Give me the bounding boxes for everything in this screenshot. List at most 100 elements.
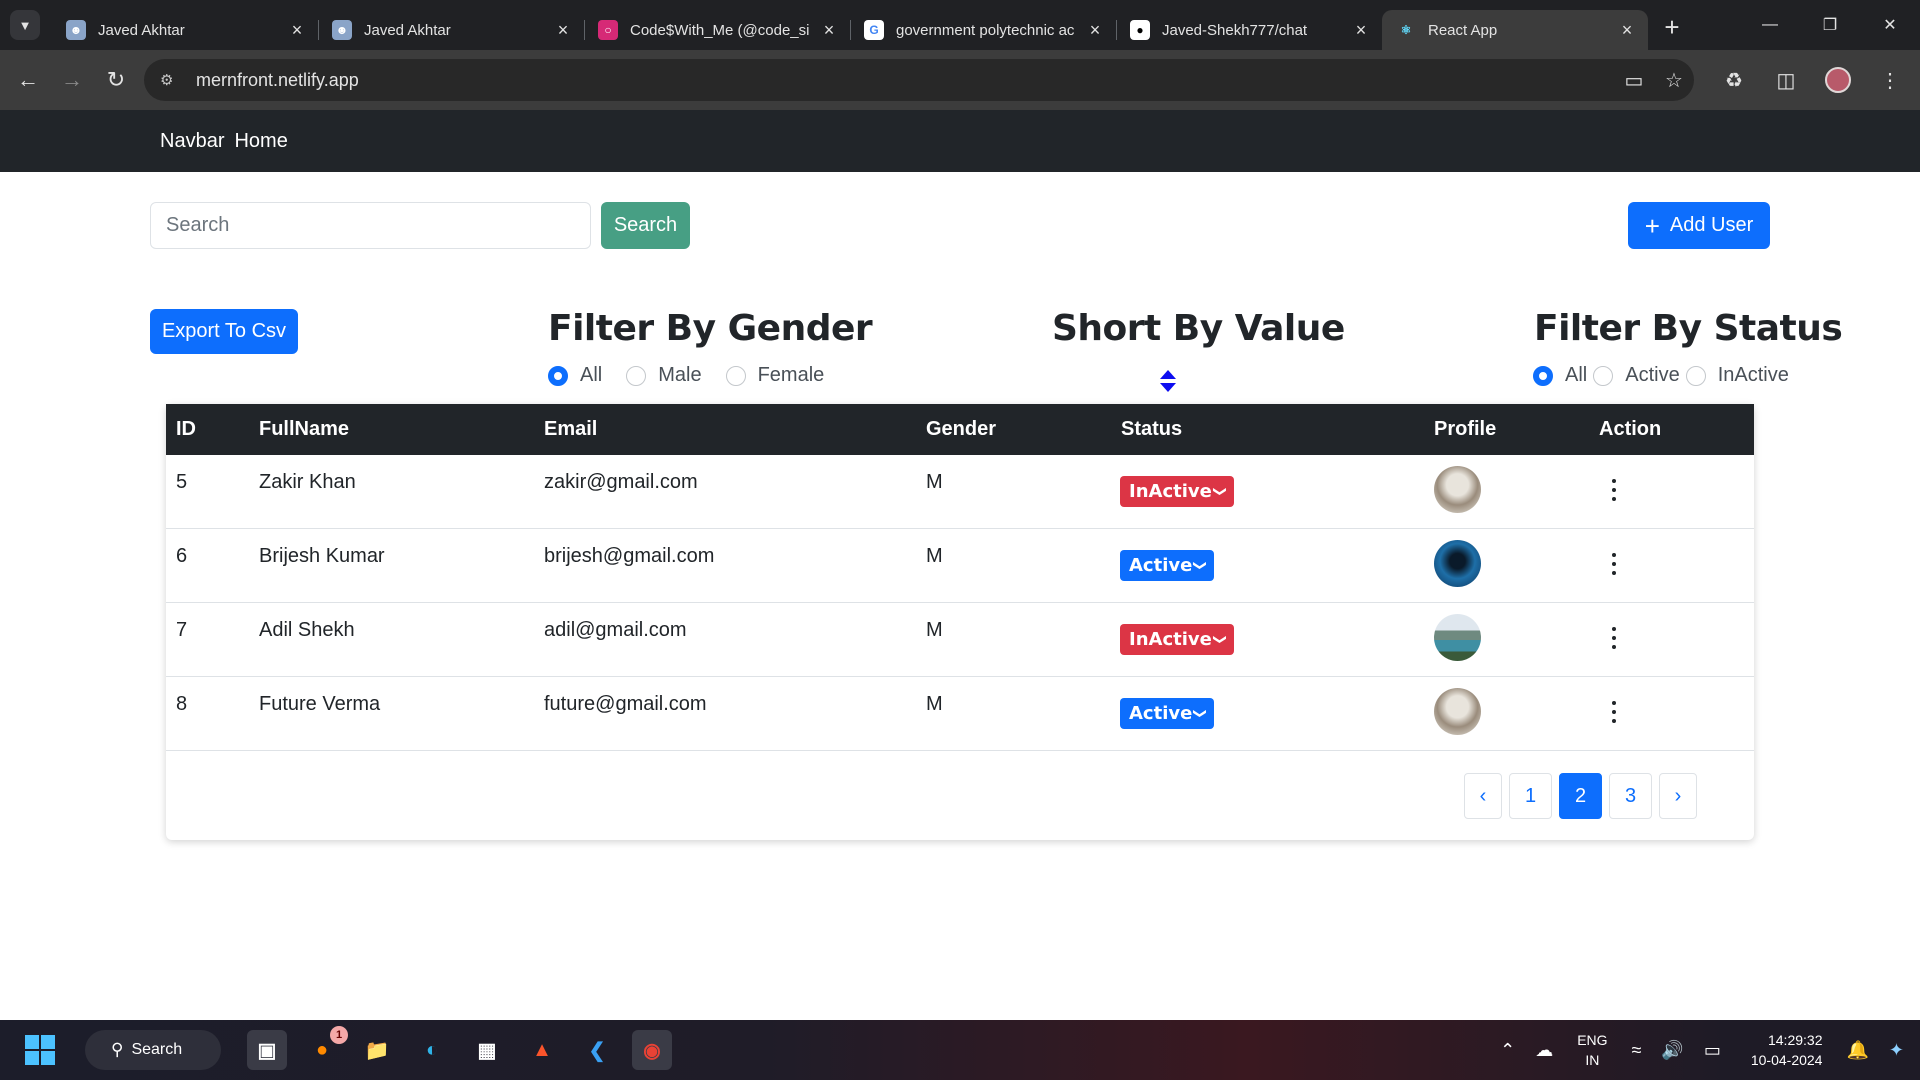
status-option-active[interactable]: Active — [1593, 364, 1681, 387]
taskbar-search[interactable]: ⚲ Search — [85, 1030, 221, 1070]
sort-arrows-icon[interactable] — [1159, 369, 1177, 393]
battery-icon[interactable]: ▭ — [1704, 1040, 1721, 1061]
close-icon[interactable]: × — [820, 20, 838, 41]
status-dropdown-button[interactable]: Active ❯ — [1120, 698, 1215, 729]
close-icon[interactable]: × — [288, 20, 306, 41]
status-dropdown-button[interactable]: Active ❯ — [1120, 550, 1215, 581]
cell-email: future@gmail.com — [544, 693, 707, 715]
profile-avatar[interactable] — [1812, 67, 1864, 93]
header-profile: Profile — [1434, 418, 1497, 440]
address-bar[interactable]: ⚙ mernfront.netlify.app ▭ ☆ — [144, 59, 1694, 101]
wifi-icon[interactable]: ≈ — [1632, 1040, 1642, 1061]
status-dropdown-button[interactable]: InActive ❯ — [1120, 624, 1234, 655]
profile-avatar — [1434, 540, 1481, 587]
new-tab-button[interactable]: + — [1654, 9, 1690, 45]
tab-title: Code$With_Me (@code_si — [630, 21, 810, 39]
browser-tab[interactable]: ☻ Javed Akhtar × — [318, 10, 584, 50]
copilot-icon[interactable]: ✦ — [1889, 1040, 1904, 1061]
url-text[interactable]: mernfront.netlify.app — [196, 70, 1614, 91]
install-app-icon[interactable]: ▭ — [1614, 60, 1654, 100]
close-icon[interactable]: × — [1352, 20, 1370, 41]
status-option-inactive[interactable]: InActive — [1685, 364, 1791, 387]
window-controls: — ❐ ✕ — [1740, 0, 1920, 50]
navbar-brand[interactable]: Navbar — [160, 130, 224, 153]
browser-tab[interactable]: ● Javed-Shekh777/chat × — [1116, 10, 1382, 50]
header-gender: Gender — [926, 418, 997, 440]
chrome-icon[interactable]: ◉ — [632, 1030, 672, 1070]
speaker-icon[interactable]: 🔊 — [1661, 1040, 1683, 1061]
site-info-icon[interactable]: ⚙ — [160, 71, 182, 89]
more-actions-icon[interactable] — [1611, 479, 1617, 501]
export-csv-button[interactable]: Export To Csv — [150, 309, 298, 354]
notification-bell-icon[interactable]: 🔔 — [1846, 1040, 1868, 1061]
back-button[interactable]: ← — [6, 60, 50, 100]
status-radio[interactable] — [1533, 365, 1553, 386]
gender-radio[interactable] — [548, 365, 568, 386]
clock[interactable]: 14:29:32 10-04-2024 — [1751, 1030, 1823, 1070]
brave-icon[interactable]: ▲ — [522, 1030, 562, 1070]
pagination-page-1[interactable]: 1 — [1509, 773, 1552, 819]
store-icon[interactable]: ▦ — [467, 1030, 507, 1070]
restore-button[interactable]: ❐ — [1800, 0, 1860, 50]
search-input[interactable] — [150, 202, 591, 249]
chevron-down-icon: ▼ — [18, 17, 32, 33]
gender-option-all[interactable]: All — [548, 364, 602, 387]
gender-option-label: All — [580, 364, 603, 386]
more-menu-icon[interactable]: ⋮ — [1864, 68, 1916, 93]
vscode-icon[interactable]: ❮ — [577, 1030, 617, 1070]
pagination-next-button[interactable]: › — [1659, 773, 1697, 819]
reload-button[interactable]: ↻ — [94, 60, 138, 100]
cell-email: adil@gmail.com — [544, 619, 687, 641]
pagination-page-3[interactable]: 3 — [1609, 773, 1652, 819]
status-filter-options: All Active InActive — [1533, 364, 1795, 387]
status-radio[interactable] — [1685, 365, 1706, 386]
add-user-button[interactable]: + Add User — [1628, 202, 1770, 249]
cell-gender: M — [926, 693, 943, 715]
language-indicator[interactable]: ENG IN — [1577, 1030, 1607, 1070]
more-actions-icon[interactable] — [1611, 553, 1617, 575]
github-icon: ● — [1130, 20, 1150, 40]
more-actions-icon[interactable] — [1611, 627, 1617, 649]
windows-start-icon[interactable] — [25, 1035, 55, 1065]
more-actions-icon[interactable] — [1611, 701, 1617, 723]
forward-button[interactable]: → — [50, 60, 94, 100]
side-panel-icon[interactable]: ◫ — [1760, 68, 1812, 93]
status-option-all[interactable]: All — [1533, 364, 1589, 387]
close-icon[interactable]: × — [1618, 20, 1636, 41]
tab-search-menu-button[interactable]: ▼ — [10, 10, 40, 40]
chevron-up-icon[interactable]: ⌃ — [1500, 1040, 1515, 1061]
task-view-icon[interactable]: ▣ — [247, 1030, 287, 1070]
search-button[interactable]: Search — [601, 202, 690, 249]
nav-link-home[interactable]: Home — [234, 130, 287, 153]
gender-radio[interactable] — [725, 365, 746, 386]
status-radio[interactable] — [1593, 365, 1614, 386]
browser-tab[interactable]: ⚛ React App × — [1382, 10, 1648, 50]
browser-tab[interactable]: ○ Code$With_Me (@code_si × — [584, 10, 850, 50]
browser-tab[interactable]: ☻ Javed Akhtar × — [52, 10, 318, 50]
instagram-icon: ○ — [598, 20, 618, 40]
cell-id: 5 — [176, 471, 188, 493]
cell-fullname: Future Verma — [259, 693, 381, 715]
gender-option-male[interactable]: Male — [626, 364, 702, 387]
close-window-button[interactable]: ✕ — [1860, 0, 1920, 50]
status-filter-title: Filter By Status — [1534, 308, 1843, 349]
chevron-down-icon: ❯ — [1211, 486, 1227, 497]
close-icon[interactable]: × — [1086, 20, 1104, 41]
status-label: Active — [1129, 555, 1193, 576]
extensions-icon[interactable]: ♻ — [1708, 68, 1760, 93]
pagination-prev-button[interactable]: ‹ — [1464, 773, 1502, 819]
bookmark-star-icon[interactable]: ☆ — [1654, 60, 1694, 100]
pagination-page-2[interactable]: 2 — [1559, 773, 1602, 819]
gender-option-female[interactable]: Female — [725, 364, 824, 387]
close-icon[interactable]: × — [554, 20, 572, 41]
status-dropdown-button[interactable]: InActive ❯ — [1120, 476, 1234, 507]
file-explorer-icon[interactable]: 📁 — [357, 1030, 397, 1070]
table-header: ID FullName Email Gender Status Profile … — [166, 404, 1754, 455]
onedrive-cloud-icon[interactable]: ☁ — [1535, 1040, 1553, 1061]
gender-radio[interactable] — [626, 365, 647, 386]
browser-tab[interactable]: Ggovernment polytechnic ac × — [850, 10, 1116, 50]
minimize-button[interactable]: — — [1740, 0, 1800, 50]
profile-avatar — [1434, 614, 1481, 661]
edge-icon[interactable]: ◐ — [412, 1030, 452, 1070]
firefox-icon[interactable]: ● 1 — [302, 1026, 348, 1070]
